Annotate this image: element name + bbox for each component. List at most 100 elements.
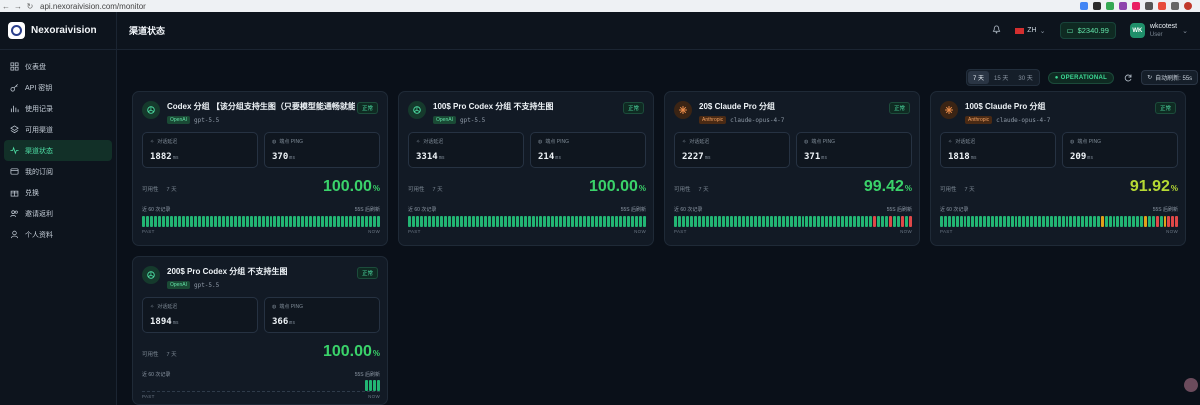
history-bar[interactable] bbox=[1163, 216, 1167, 227]
history-bar[interactable] bbox=[479, 216, 483, 227]
forward-icon[interactable]: → bbox=[12, 2, 24, 11]
history-bar[interactable] bbox=[519, 216, 523, 227]
history-bar[interactable] bbox=[213, 216, 217, 227]
history-bar[interactable] bbox=[1089, 216, 1092, 227]
history-bar[interactable] bbox=[607, 216, 611, 227]
history-bar[interactable] bbox=[321, 216, 325, 227]
history-bar[interactable] bbox=[301, 216, 305, 227]
history-bar[interactable] bbox=[805, 216, 809, 227]
auto-refresh-button[interactable]: ↻ 自动刷新: 55s bbox=[1141, 70, 1199, 85]
history-bar[interactable] bbox=[753, 216, 757, 227]
history-bar[interactable] bbox=[463, 216, 467, 227]
history-bar[interactable] bbox=[1108, 216, 1112, 227]
history-bar[interactable] bbox=[551, 216, 555, 227]
history-bar[interactable] bbox=[821, 216, 825, 227]
history-bar[interactable] bbox=[491, 216, 495, 227]
history-bar[interactable] bbox=[201, 216, 205, 227]
history-bar[interactable] bbox=[447, 216, 451, 227]
history-bar[interactable] bbox=[415, 216, 419, 227]
history-bar[interactable] bbox=[829, 216, 833, 227]
history-bar[interactable] bbox=[575, 216, 579, 227]
history-bar[interactable] bbox=[229, 216, 233, 227]
history-bar[interactable] bbox=[237, 216, 241, 227]
channel-card[interactable]: 100$ Claude Pro 分组 Anthropic claude-opus-4… bbox=[930, 91, 1186, 246]
history-bar[interactable] bbox=[877, 216, 881, 227]
history-bar[interactable] bbox=[845, 216, 849, 227]
history-bar[interactable] bbox=[499, 216, 503, 227]
history-bar[interactable] bbox=[373, 216, 377, 227]
history-bar[interactable] bbox=[897, 216, 901, 227]
history-bar[interactable] bbox=[173, 216, 177, 227]
history-bar[interactable] bbox=[523, 216, 527, 227]
extension-icon[interactable] bbox=[1080, 2, 1088, 10]
channel-card[interactable]: 100$ Pro Codex 分组 不支持生图 OpenAI gpt-5.5 正常 ✧ 对… bbox=[398, 91, 654, 246]
channel-card[interactable]: Codex 分组 【该分组支持生图（只要模型能通畅就能... OpenAI gpt-… bbox=[132, 91, 388, 246]
history-bar[interactable] bbox=[277, 216, 281, 227]
sidebar-item[interactable]: 个人资料 bbox=[4, 224, 112, 245]
history-bar[interactable] bbox=[1006, 216, 1010, 227]
history-bar[interactable] bbox=[893, 216, 897, 227]
history-bar[interactable] bbox=[1140, 216, 1143, 227]
history-bar[interactable] bbox=[353, 216, 357, 227]
history-bar[interactable] bbox=[709, 216, 713, 227]
history-bar[interactable] bbox=[595, 216, 599, 227]
history-bar[interactable] bbox=[169, 216, 173, 227]
history-bar[interactable] bbox=[801, 216, 805, 227]
history-bar[interactable] bbox=[217, 216, 221, 227]
history-bar[interactable] bbox=[149, 216, 153, 227]
history-bar[interactable] bbox=[729, 216, 733, 227]
extension-icon[interactable] bbox=[1171, 2, 1179, 10]
history-bar[interactable] bbox=[737, 216, 741, 227]
history-bar[interactable] bbox=[873, 216, 877, 227]
history-bar[interactable] bbox=[733, 216, 737, 227]
sidebar-item[interactable]: 使用记录 bbox=[4, 98, 112, 119]
history-bar[interactable] bbox=[631, 216, 635, 227]
history-bar[interactable] bbox=[475, 216, 479, 227]
history-bar[interactable] bbox=[1026, 216, 1030, 227]
history-bar[interactable] bbox=[205, 216, 209, 227]
history-bar[interactable] bbox=[455, 216, 459, 227]
history-bar[interactable] bbox=[1104, 216, 1108, 227]
history-bar[interactable] bbox=[1100, 216, 1104, 227]
history-bar[interactable] bbox=[1136, 216, 1140, 227]
history-bar[interactable] bbox=[559, 216, 563, 227]
history-bar[interactable] bbox=[451, 216, 455, 227]
history-bar[interactable] bbox=[599, 216, 603, 227]
back-icon[interactable]: ← bbox=[0, 2, 12, 11]
history-bar[interactable] bbox=[909, 216, 913, 227]
history-bar[interactable] bbox=[241, 216, 245, 227]
extension-icon[interactable] bbox=[1093, 2, 1101, 10]
history-bar[interactable] bbox=[341, 216, 345, 227]
history-bar[interactable] bbox=[837, 216, 841, 227]
history-bar[interactable] bbox=[305, 216, 309, 227]
history-bar[interactable] bbox=[408, 216, 411, 227]
history-bar[interactable] bbox=[357, 216, 361, 227]
history-bar[interactable] bbox=[1167, 216, 1171, 227]
sidebar-item[interactable]: 邀请返利 bbox=[4, 203, 112, 224]
history-bar[interactable] bbox=[940, 216, 943, 227]
help-icon[interactable] bbox=[1184, 378, 1198, 392]
history-bar[interactable] bbox=[987, 216, 990, 227]
history-bar[interactable] bbox=[998, 216, 1002, 227]
history-bar[interactable] bbox=[261, 216, 265, 227]
reload-icon[interactable]: ↻ bbox=[24, 2, 36, 11]
history-bar[interactable] bbox=[693, 216, 697, 227]
extension-icon[interactable] bbox=[1158, 2, 1166, 10]
history-bar[interactable] bbox=[257, 216, 261, 227]
address-bar[interactable]: api.nexoraivision.com/monitor bbox=[40, 2, 146, 11]
history-bar[interactable] bbox=[769, 216, 773, 227]
history-bar[interactable] bbox=[297, 216, 301, 227]
history-bar[interactable] bbox=[881, 216, 885, 227]
history-bar[interactable] bbox=[281, 216, 285, 227]
user-menu[interactable]: WK wkcotest User ⌄ bbox=[1129, 23, 1188, 39]
history-bar[interactable] bbox=[713, 216, 717, 227]
history-bar[interactable] bbox=[317, 216, 321, 227]
history-bar[interactable] bbox=[1073, 216, 1077, 227]
history-bar[interactable] bbox=[861, 216, 865, 227]
history-bar[interactable] bbox=[503, 216, 507, 227]
range-option[interactable]: 30 天 bbox=[1013, 71, 1037, 84]
history-bar[interactable] bbox=[1034, 216, 1038, 227]
history-bar[interactable] bbox=[611, 216, 615, 227]
history-bar[interactable] bbox=[697, 216, 701, 227]
history-bar[interactable] bbox=[369, 216, 373, 227]
